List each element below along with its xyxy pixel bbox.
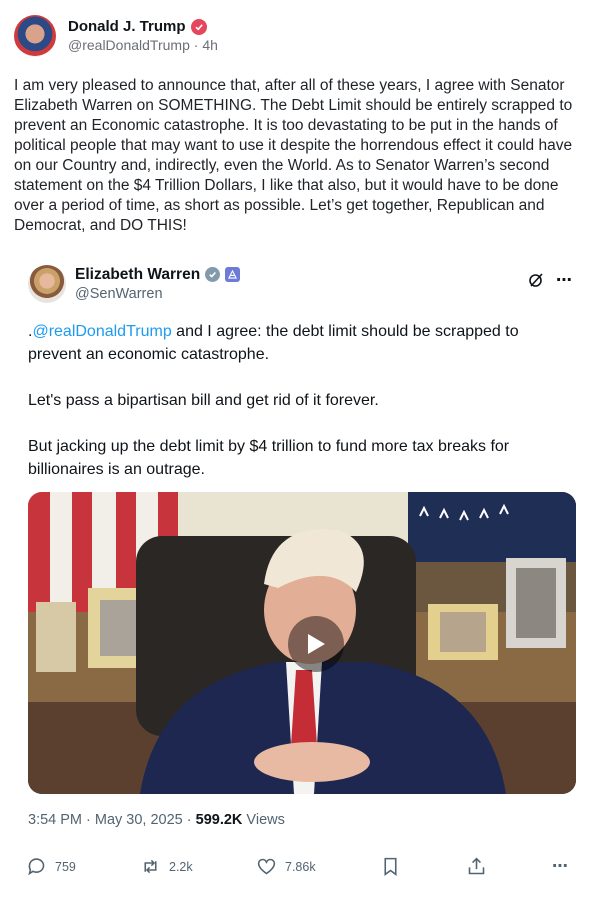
author-info: Donald J. Trump @realDonaldTrump · 4h xyxy=(68,18,218,54)
author-name[interactable]: Donald J. Trump xyxy=(68,18,186,37)
quoted-author-info: Elizabeth Warren @SenWarren xyxy=(75,265,241,303)
quoted-name-row: Elizabeth Warren xyxy=(75,265,241,284)
post-header: Donald J. Trump @realDonaldTrump · 4h xyxy=(14,14,587,58)
quoted-time[interactable]: 3:54 PM · May 30, 2025 · xyxy=(28,812,196,828)
government-badge-icon xyxy=(225,267,241,283)
like-count: 7.86k xyxy=(285,859,316,874)
share-button[interactable] xyxy=(466,856,487,877)
play-button[interactable] xyxy=(288,616,344,672)
action-bar: 759 2.2k 7.86k ⋯ xyxy=(14,856,589,886)
quoted-paragraph-3: But jacking up the debt limit by $4 tril… xyxy=(28,438,510,478)
quoted-post[interactable]: Elizabeth Warren @SenWarren ⋯ .@realDona… xyxy=(14,252,589,842)
mention-link[interactable]: @realDonaldTrump xyxy=(32,323,171,340)
grok-icon[interactable] xyxy=(528,272,544,288)
more-icon: ⋯ xyxy=(552,858,568,875)
quoted-tools: ⋯ xyxy=(528,270,573,290)
repost-button[interactable]: 2.2k xyxy=(140,856,193,877)
avatar[interactable] xyxy=(14,15,56,57)
bookmark-button[interactable] xyxy=(380,856,401,877)
repost-icon xyxy=(144,859,157,874)
quoted-header: Elizabeth Warren @SenWarren ⋯ xyxy=(28,264,573,304)
views-count: 599.2K xyxy=(195,812,243,828)
verified-badge-icon xyxy=(190,19,207,36)
like-button[interactable]: 7.86k xyxy=(256,856,316,877)
quoted-paragraph-1: .@realDonaldTrump and I agree: the debt … xyxy=(28,320,576,366)
post-text: I am very pleased to announce that, afte… xyxy=(14,77,573,234)
post-time[interactable]: 4h xyxy=(202,37,218,53)
reply-button[interactable]: 759 xyxy=(26,856,76,877)
author-meta: @realDonaldTrump · 4h xyxy=(68,37,218,55)
meta-separator: · xyxy=(189,36,203,53)
reply-icon xyxy=(28,858,45,876)
share-icon xyxy=(468,857,485,875)
verified-badge-icon xyxy=(205,267,221,283)
video-player[interactable] xyxy=(28,492,576,794)
quoted-avatar[interactable] xyxy=(28,265,66,303)
quoted-author-handle[interactable]: @SenWarren xyxy=(75,285,240,303)
quoted-timestamp: 3:54 PM · May 30, 2025 · 599.2K Views xyxy=(28,812,285,828)
more-actions-button[interactable]: ⋯ xyxy=(552,856,568,876)
repost-count: 2.2k xyxy=(169,859,193,874)
play-icon xyxy=(308,634,325,654)
views-label: Views xyxy=(242,812,285,828)
quoted-author-name[interactable]: Elizabeth Warren xyxy=(75,265,200,284)
bookmark-icon xyxy=(384,857,397,876)
more-options-icon[interactable]: ⋯ xyxy=(556,270,573,290)
author-handle[interactable]: @realDonaldTrump xyxy=(68,37,190,53)
heart-icon xyxy=(257,858,276,875)
reply-count: 759 xyxy=(55,859,76,874)
quoted-text: .@realDonaldTrump and I agree: the debt … xyxy=(28,320,576,504)
author-name-row: Donald J. Trump xyxy=(68,18,218,37)
quoted-paragraph-2: Let's pass a bipartisan bill and get rid… xyxy=(28,392,379,409)
